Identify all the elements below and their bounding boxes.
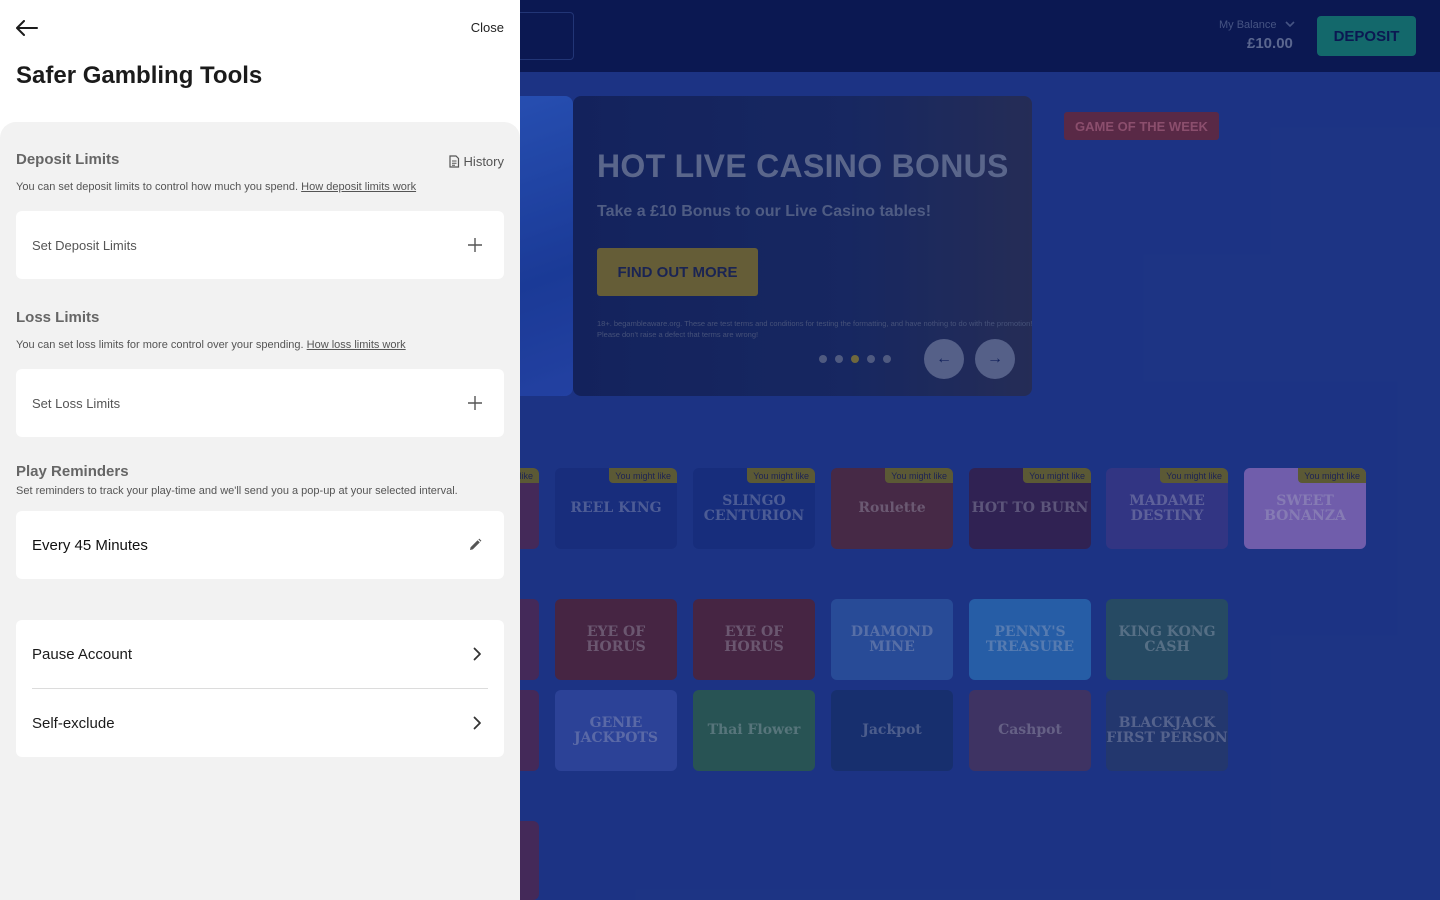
pause-account-label: Pause Account <box>32 645 133 663</box>
arrow-left-icon <box>16 20 38 36</box>
plus-icon <box>468 238 482 252</box>
pause-account-row[interactable]: Pause Account <box>16 620 504 688</box>
account-actions-card: Pause Account Self-exclude <box>16 620 504 757</box>
play-reminders-card: Every 45 Minutes <box>16 511 504 579</box>
back-button[interactable] <box>14 18 40 38</box>
chevron-right-icon <box>473 647 481 661</box>
deposit-desc-text: You can set deposit limits to control ho… <box>16 181 299 193</box>
set-loss-limits-label: Set Loss Limits <box>32 395 121 411</box>
set-deposit-limits-row[interactable]: Set Deposit Limits <box>16 211 504 279</box>
reminder-interval-row[interactable]: Every 45 Minutes <box>16 511 504 579</box>
set-deposit-limits-label: Set Deposit Limits <box>32 237 137 253</box>
chevron-right-icon <box>473 716 481 730</box>
deposit-limits-card: Set Deposit Limits <box>16 211 504 279</box>
play-reminders-heading: Play Reminders <box>16 463 129 480</box>
pencil-icon[interactable] <box>468 538 482 552</box>
reminder-interval-value: Every 45 Minutes <box>32 536 148 554</box>
deposit-limits-description: You can set deposit limits to control ho… <box>16 181 416 193</box>
close-button[interactable]: Close <box>471 20 504 35</box>
history-label: History <box>463 154 504 169</box>
loss-desc-text: You can set loss limits for more control… <box>16 339 304 351</box>
safer-gambling-panel: Close Safer Gambling Tools Deposit Limit… <box>0 0 520 900</box>
loss-limits-heading: Loss Limits <box>16 309 100 326</box>
self-exclude-label: Self-exclude <box>32 714 115 732</box>
document-icon <box>448 155 459 168</box>
page-title: Safer Gambling Tools <box>16 62 263 89</box>
self-exclude-row[interactable]: Self-exclude <box>16 689 504 757</box>
plus-icon <box>468 396 482 410</box>
set-loss-limits-row[interactable]: Set Loss Limits <box>16 369 504 437</box>
loss-limits-help-link[interactable]: How loss limits work <box>307 339 406 351</box>
loss-limits-description: You can set loss limits for more control… <box>16 339 406 351</box>
deposit-limits-heading: Deposit Limits <box>16 151 120 168</box>
loss-limits-card: Set Loss Limits <box>16 369 504 437</box>
play-reminders-description: Set reminders to track your play-time an… <box>16 485 458 497</box>
deposit-limits-help-link[interactable]: How deposit limits work <box>301 181 416 193</box>
history-link[interactable]: History <box>448 154 504 169</box>
